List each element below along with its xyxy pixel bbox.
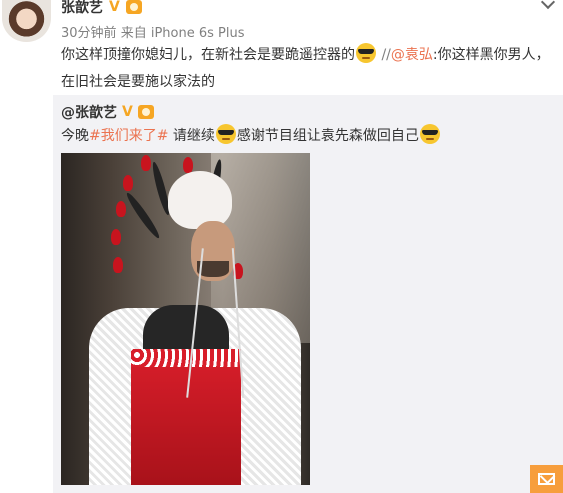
photo-feather [111,229,121,245]
repost-separator: // [377,47,391,63]
original-text-lead: 今晚 [61,128,89,144]
mail-icon [538,473,555,485]
original-author-row: @张歆艺 V [61,101,154,123]
post-text: 你这样顶撞你媳妇儿，在新社会是要跪遥控器的 //@袁弘:你这样黑你男人，在旧社会… [61,42,557,96]
photo-feather [116,201,126,217]
photo-feather [141,155,151,171]
verified-v-icon: V [122,104,133,120]
verified-v-icon: V [109,0,120,15]
original-text: 今晚#我们来了# 请继续 感谢节目组让袁先森做回自己 [61,124,441,147]
photo-lace-trim [131,349,241,367]
author-name[interactable]: 张歆艺 [61,0,103,17]
hashtag-link[interactable]: #我们来了# [89,128,168,144]
chevron-down-icon[interactable] [540,0,556,10]
cool-sunglasses-emoji-icon [215,124,236,144]
member-level-icon [137,105,154,119]
cool-sunglasses-emoji-icon [356,43,376,63]
author-avatar[interactable] [2,0,51,42]
post-meta: 30分钟前 来自 iPhone 6s Plus [61,22,245,41]
source-prefix: 来自 [120,26,147,41]
source-device[interactable]: iPhone 6s Plus [151,26,245,41]
post-text-part1: 你这样顶撞你媳妇儿，在新社会是要跪遥控器的 [61,47,355,63]
original-author-link[interactable]: @张歆艺 [61,102,117,122]
mention-link[interactable]: @袁弘 [391,47,433,63]
photo-red-dress [131,353,241,485]
author-row: 张歆艺 V [61,0,142,18]
post-time[interactable]: 30分钟前 [61,26,117,41]
photo-feather [113,257,123,273]
cool-sunglasses-emoji-icon [419,124,440,144]
original-text-end: 感谢节目组让袁先森做回自己 [236,128,419,144]
original-text-mid: 请继续 [168,128,215,144]
photo-feather [123,175,133,191]
post-photo[interactable] [61,153,310,485]
member-level-icon [125,0,142,14]
photo-feather [183,157,193,173]
photo-feather [123,190,163,241]
photo-headdress [168,171,232,229]
mail-button[interactable] [530,465,563,493]
